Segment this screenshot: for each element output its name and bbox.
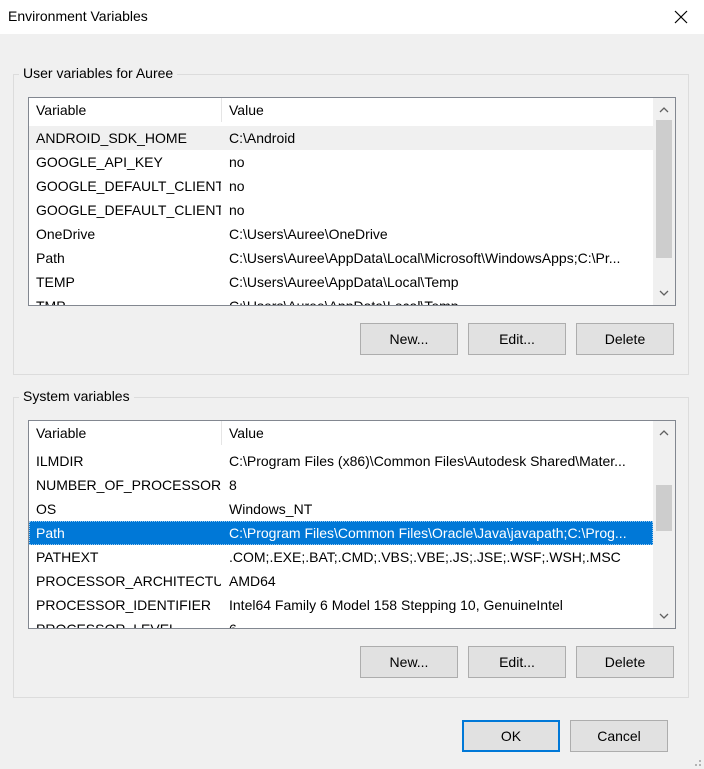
list-item[interactable]: GOOGLE_API_KEY no [29, 150, 653, 174]
list-item[interactable]: TMP C:\Users\Auree\AppData\Local\Temp [29, 294, 653, 306]
ok-button[interactable]: OK [462, 720, 560, 752]
user-new-button[interactable]: New... [360, 323, 458, 355]
variable-name: PROCESSOR_ARCHITECTU... [36, 573, 221, 589]
close-icon [674, 10, 688, 24]
variable-value: 8 [229, 477, 237, 493]
scroll-thumb[interactable] [656, 485, 672, 531]
list-header: Variable Value [29, 421, 653, 445]
column-header-variable[interactable]: Variable [29, 98, 221, 122]
vertical-scrollbar[interactable] [653, 421, 675, 628]
window-title: Environment Variables [8, 8, 148, 24]
column-header-value[interactable]: Value [222, 421, 264, 445]
column-header-value[interactable]: Value [222, 98, 264, 122]
vertical-scrollbar[interactable] [653, 98, 675, 305]
variable-name: Path [36, 525, 65, 541]
system-variables-label: System variables [19, 388, 134, 404]
variable-value: 6 [229, 621, 237, 629]
variable-value: C:\Users\Auree\AppData\Local\Temp [229, 274, 459, 290]
variable-value: no [229, 202, 245, 218]
variable-name: PATHEXT [36, 549, 99, 565]
list-item[interactable]: PROCESSOR_IDENTIFIER Intel64 Family 6 Mo… [29, 593, 653, 617]
variable-name: Path [36, 250, 65, 266]
scroll-up-button[interactable] [653, 423, 675, 443]
close-button[interactable] [658, 0, 704, 34]
variable-value: C:\Program Files (x86)\Common Files\Auto… [229, 453, 626, 469]
list-item[interactable]: NUMBER_OF_PROCESSORS 8 [29, 473, 653, 497]
user-variables-list[interactable]: Variable Value ANDROID_SDK_HOME C:\Andro… [28, 97, 676, 306]
system-delete-button[interactable]: Delete [576, 646, 674, 678]
system-new-button[interactable]: New... [360, 646, 458, 678]
list-header: Variable Value [29, 98, 653, 122]
user-variables-group: User variables for Auree Variable Value … [13, 65, 689, 375]
chevron-down-icon [659, 613, 669, 619]
variable-name: ANDROID_SDK_HOME [36, 130, 187, 146]
cancel-button[interactable]: Cancel [570, 720, 668, 752]
variable-name: PROCESSOR_LEVEL [36, 621, 177, 629]
variable-name: OS [36, 501, 57, 517]
list-item[interactable]: PROCESSOR_ARCHITECTU... AMD64 [29, 569, 653, 593]
system-variables-list[interactable]: Variable Value ILMDIR C:\Program Files (… [28, 420, 676, 629]
variable-value: no [229, 154, 245, 170]
variable-value: C:\Users\Auree\OneDrive [229, 226, 388, 242]
variable-value: C:\Android [229, 130, 296, 146]
variable-name: PROCESSOR_IDENTIFIER [36, 597, 212, 613]
scroll-thumb[interactable] [656, 120, 672, 258]
list-item[interactable]: ILMDIR C:\Program Files (x86)\Common Fil… [29, 449, 653, 473]
variable-name: TEMP [36, 274, 75, 290]
scroll-up-button[interactable] [653, 100, 675, 120]
chevron-down-icon [659, 290, 669, 296]
user-delete-button[interactable]: Delete [576, 323, 674, 355]
variable-value: Windows_NT [229, 501, 313, 517]
list-item[interactable]: Path C:\Users\Auree\AppData\Local\Micros… [29, 246, 653, 270]
variable-value: .COM;.EXE;.BAT;.CMD;.VBS;.VBE;.JS;.JSE;.… [229, 549, 621, 565]
list-item[interactable]: GOOGLE_DEFAULT_CLIENT... no [29, 174, 653, 198]
variable-value: AMD64 [229, 573, 276, 589]
variable-name: OneDrive [36, 226, 96, 242]
list-item[interactable]: PATHEXT .COM;.EXE;.BAT;.CMD;.VBS;.VBE;.J… [29, 545, 653, 569]
list-item[interactable]: GOOGLE_DEFAULT_CLIENT... no [29, 198, 653, 222]
system-edit-button[interactable]: Edit... [468, 646, 566, 678]
list-item[interactable]: OneDrive C:\Users\Auree\OneDrive [29, 222, 653, 246]
list-item[interactable]: OS Windows_NT [29, 497, 653, 521]
variable-name: GOOGLE_API_KEY [36, 154, 163, 170]
variable-name: NUMBER_OF_PROCESSORS [36, 477, 221, 493]
chevron-up-icon [659, 430, 669, 436]
variable-name: GOOGLE_DEFAULT_CLIENT... [36, 202, 221, 218]
user-variables-label: User variables for Auree [19, 65, 178, 81]
variable-value: C:\Users\Auree\AppData\Local\Microsoft\W… [229, 250, 621, 266]
variable-name: TMP [36, 298, 66, 306]
user-edit-button[interactable]: Edit... [468, 323, 566, 355]
list-item[interactable]: ANDROID_SDK_HOME C:\Android [29, 126, 653, 150]
column-header-variable[interactable]: Variable [29, 421, 221, 445]
resize-grip-icon[interactable] [692, 757, 702, 767]
list-item-selected[interactable]: Path C:\Program Files\Common Files\Oracl… [29, 521, 653, 545]
scroll-down-button[interactable] [653, 606, 675, 626]
variable-value: Intel64 Family 6 Model 158 Stepping 10, … [229, 597, 563, 613]
variable-value: no [229, 178, 245, 194]
list-item[interactable]: PROCESSOR_LEVEL 6 [29, 617, 653, 629]
variable-value: C:\Program Files\Common Files\Oracle\Jav… [229, 525, 627, 541]
variable-name: ILMDIR [36, 453, 84, 469]
list-item[interactable]: TEMP C:\Users\Auree\AppData\Local\Temp [29, 270, 653, 294]
variable-value: C:\Users\Auree\AppData\Local\Temp [229, 298, 459, 306]
scroll-down-button[interactable] [653, 283, 675, 303]
variable-name: GOOGLE_DEFAULT_CLIENT... [36, 178, 221, 194]
system-variables-group: System variables Variable Value ILMDIR C… [13, 388, 689, 698]
title-bar: Environment Variables [0, 0, 704, 34]
chevron-up-icon [659, 107, 669, 113]
